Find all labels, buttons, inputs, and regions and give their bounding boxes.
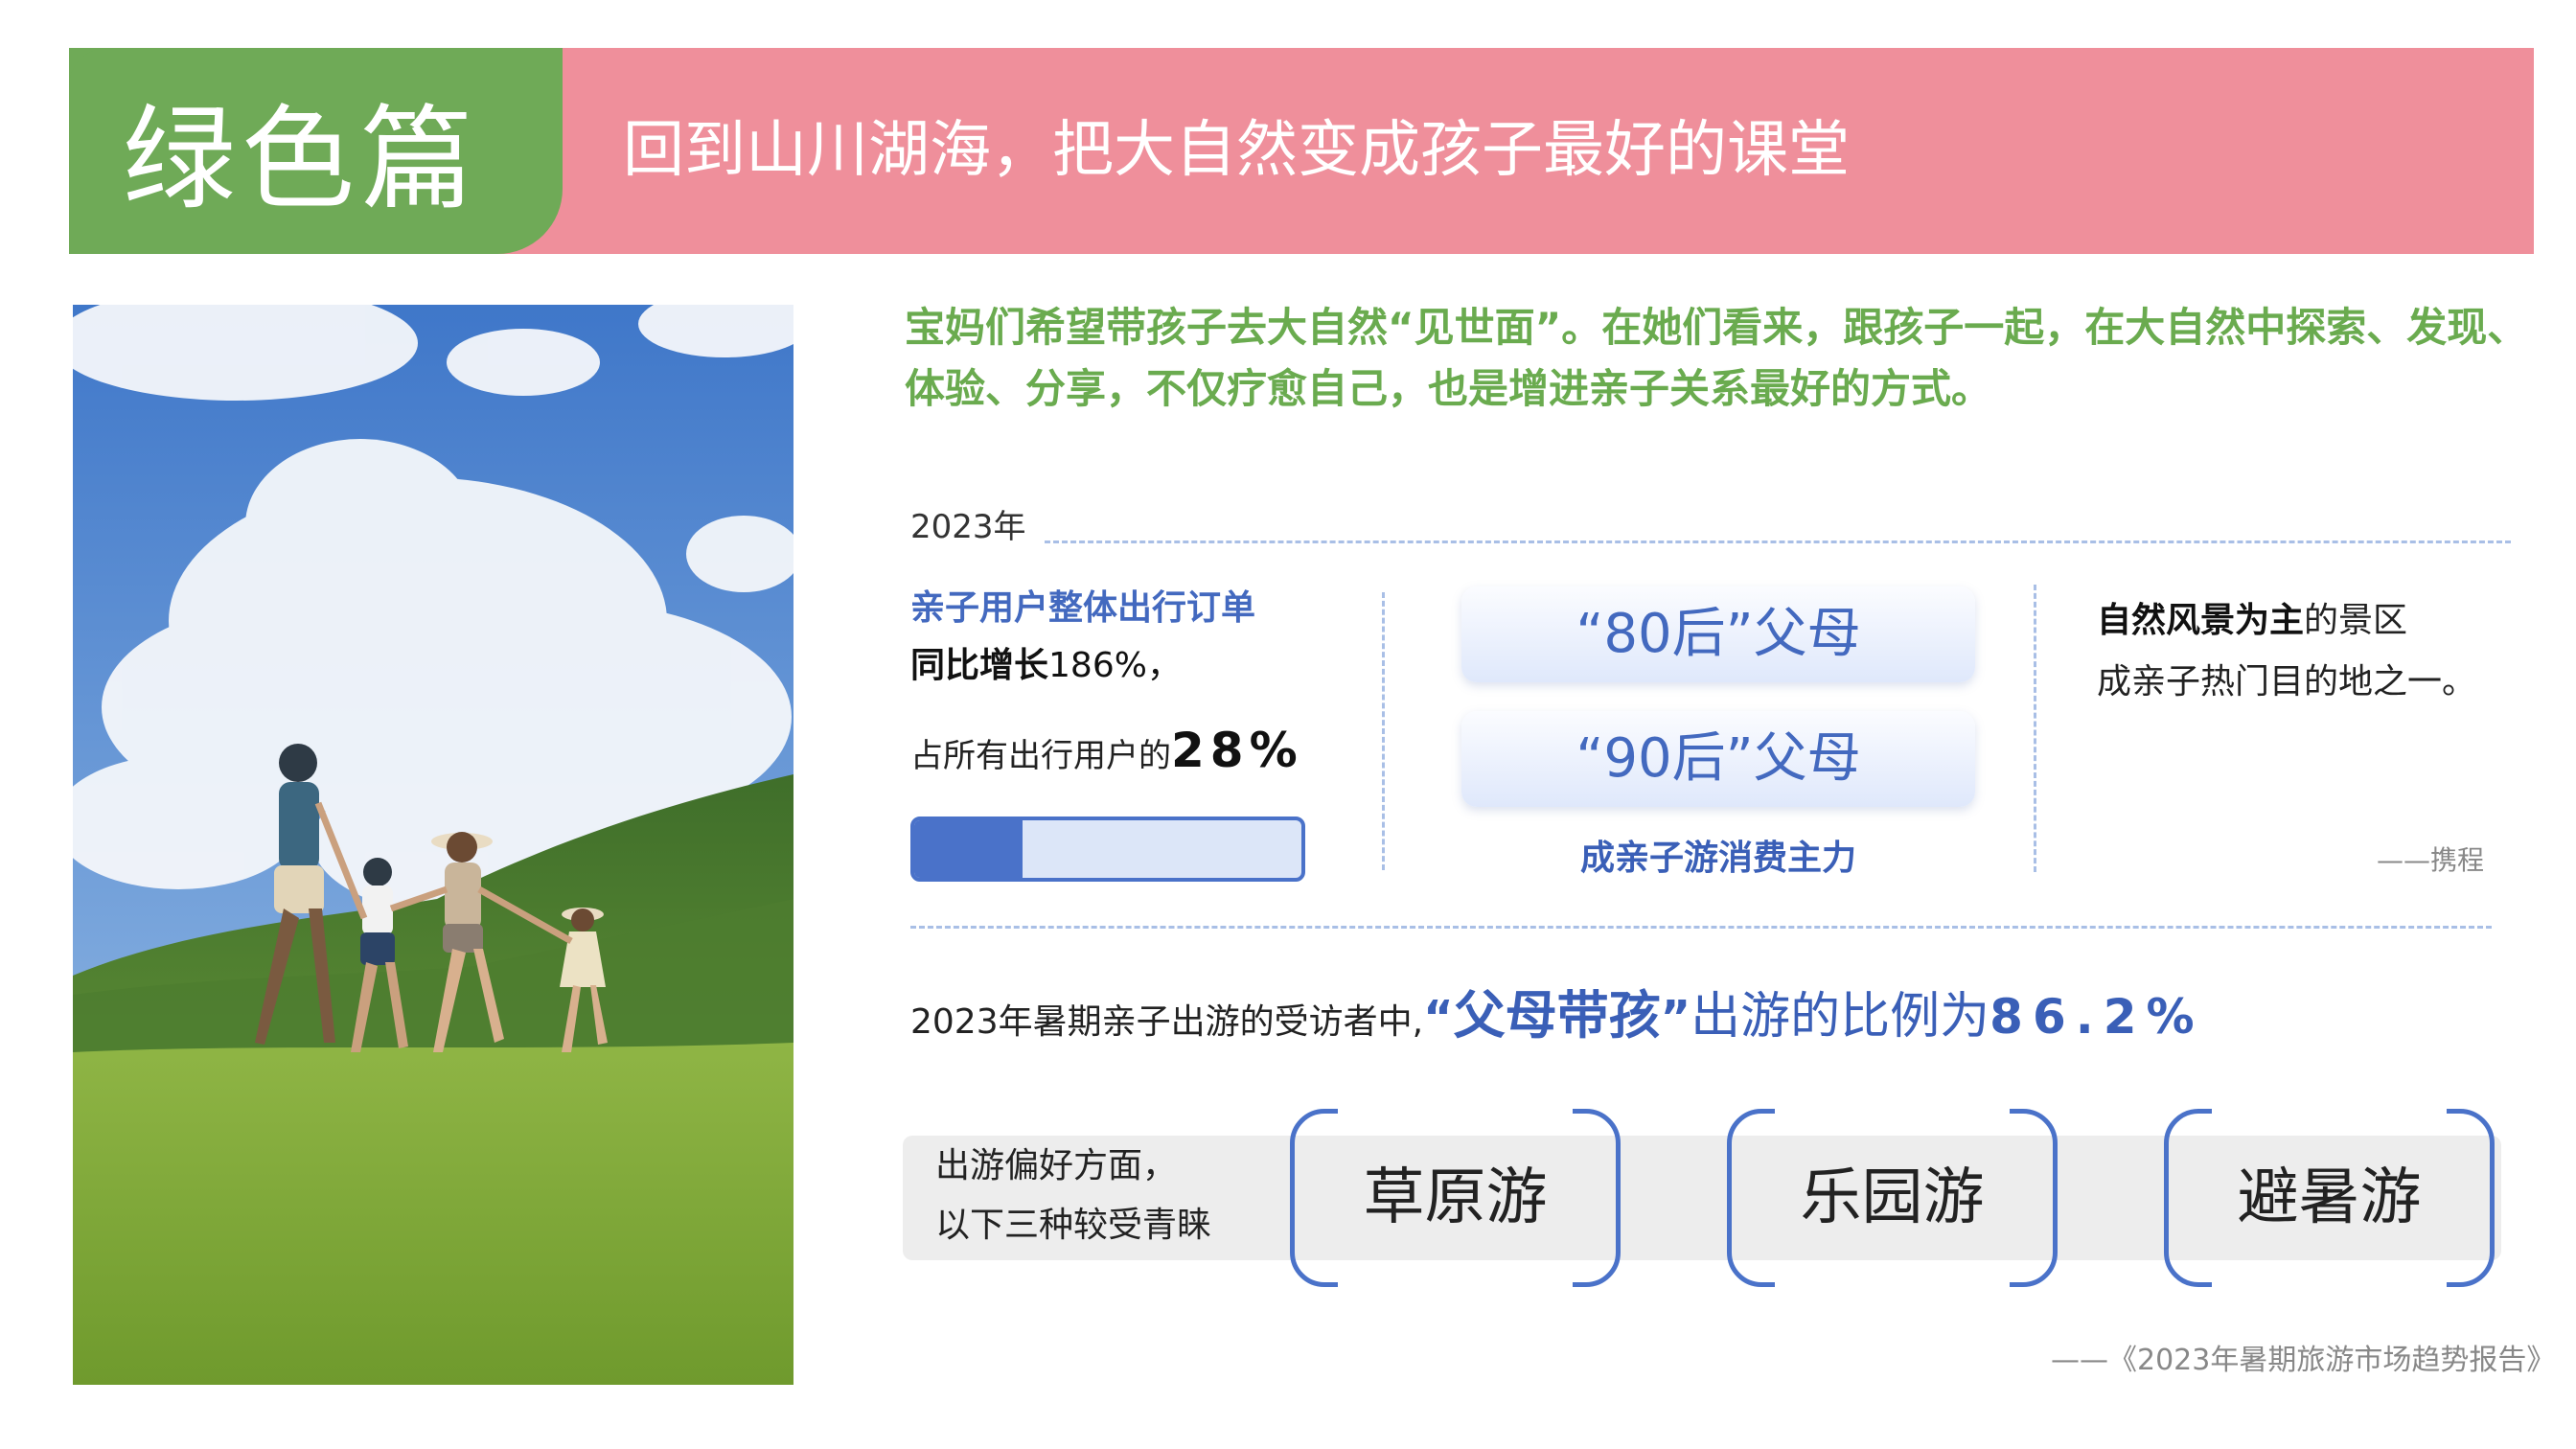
bracket-mask-top-3 bbox=[2212, 1107, 2447, 1124]
family-photo bbox=[73, 305, 794, 1385]
stat3-text: 自然风景为主的景区成亲子热门目的地之一。 bbox=[2097, 590, 2528, 713]
bracket-mask-bottom-3 bbox=[2212, 1272, 2447, 1289]
ratio-middle: 出游的比例为 bbox=[1690, 988, 1990, 1046]
stats-divider-2 bbox=[2034, 585, 2036, 872]
ratio-keyword: 父母带孩 bbox=[1453, 985, 1661, 1046]
pref-item-grassland: 草原游 bbox=[1363, 1162, 1548, 1233]
preference-label: 出游偏好方面， 以下三种较受青睐 bbox=[935, 1137, 1211, 1255]
badge-80s-parents: “80后”父母 bbox=[1461, 586, 1975, 682]
stat1-share-label: 占所有出行用户的 bbox=[910, 737, 1171, 775]
source-report: ——《2023年暑期旅游市场趋势报告》 bbox=[2051, 1344, 2556, 1377]
bracket-mask-top-2 bbox=[1775, 1107, 2010, 1124]
pref-item-amusement-park: 乐园游 bbox=[1800, 1162, 1985, 1233]
stat3-rest1: 的景区 bbox=[2304, 601, 2408, 640]
bracket-mask-top-1 bbox=[1338, 1107, 1573, 1124]
ratio-open-quote: “ bbox=[1423, 991, 1454, 1045]
stats-bottom-divider bbox=[910, 926, 2492, 929]
bracket-mask-bottom-1 bbox=[1338, 1272, 1573, 1289]
preference-label-line2: 以下三种较受青睐 bbox=[935, 1206, 1212, 1245]
stat1-growth: 同比增长186%， bbox=[910, 644, 1182, 688]
stat3-bold: 自然风景为主 bbox=[2097, 601, 2305, 640]
source-ctrip: ——携程 bbox=[2377, 844, 2485, 876]
parents-ratio-line: 2023年暑期亲子出游的受访者中,“父母带孩”出游的比例为86.2% bbox=[910, 978, 2204, 1054]
intro-text: 宝妈们希望带孩子去大自然“见世面”。在她们看来，跟孩子一起，在大自然中探索、发现… bbox=[905, 304, 2528, 412]
stat1-share-value: 28% bbox=[1171, 723, 1303, 778]
stat3-rest2: 成亲子热门目的地之一。 bbox=[2097, 662, 2477, 702]
stats-divider-1 bbox=[1382, 592, 1385, 870]
pref-item-summer-retreat: 避暑游 bbox=[2237, 1162, 2422, 1233]
share-progress-fill bbox=[914, 820, 1024, 878]
section-subtitle: 回到山川湖海，把大自然变成孩子最好的课堂 bbox=[623, 115, 1850, 186]
stats-top-divider bbox=[1045, 540, 2511, 543]
preference-label-line1: 出游偏好方面， bbox=[935, 1146, 1178, 1185]
share-progress-bar bbox=[910, 816, 1305, 882]
stat1-growth-label: 同比增长 bbox=[910, 646, 1049, 685]
stat1-heading: 亲子用户整体出行订单 bbox=[910, 588, 1256, 628]
stat1-growth-value: 186%， bbox=[1048, 646, 1182, 685]
stat1-share: 占所有出行用户的28% bbox=[910, 724, 1303, 782]
section-title: 绿色篇 bbox=[123, 93, 480, 225]
bracket-mask-bottom-2 bbox=[1775, 1272, 2010, 1289]
ratio-close-quote: ” bbox=[1660, 991, 1691, 1045]
badge-90s-parents: “90后”父母 bbox=[1461, 711, 1975, 807]
ratio-prefix: 2023年暑期亲子出游的受访者中, bbox=[910, 1002, 1424, 1042]
main-consumer-caption: 成亲子游消费主力 bbox=[1579, 839, 1856, 878]
ratio-value: 86.2% bbox=[1990, 989, 2204, 1045]
year-label: 2023年 bbox=[910, 508, 1026, 546]
